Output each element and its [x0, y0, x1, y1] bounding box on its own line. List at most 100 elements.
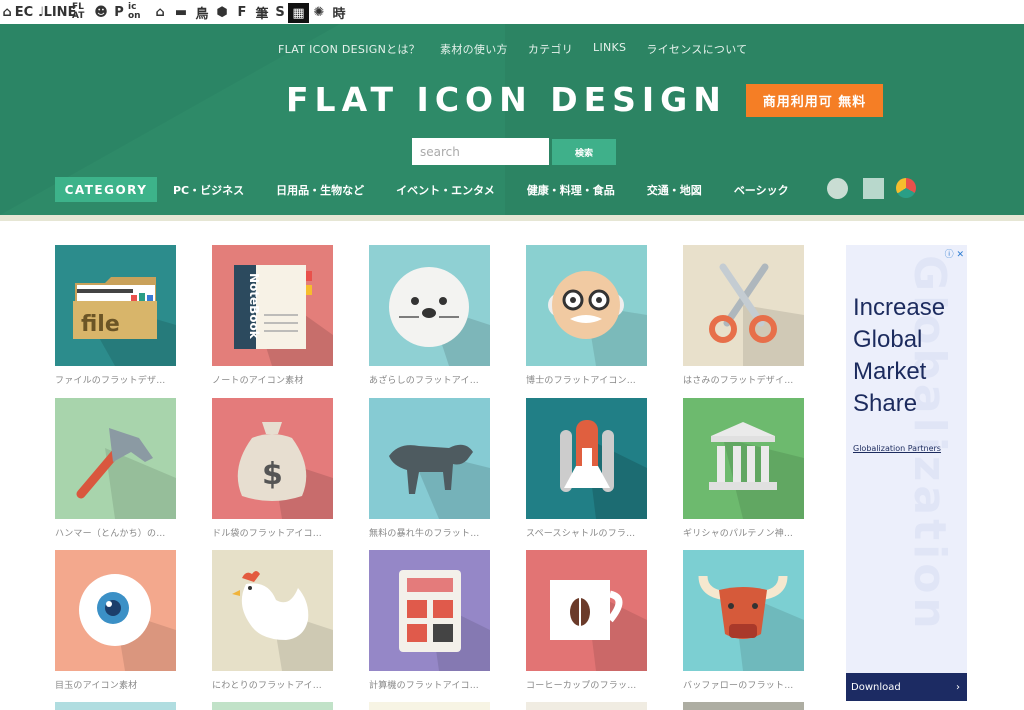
ad-headline-line: Increase — [853, 294, 946, 321]
icon-caption[interactable]: 博士のフラットアイコン… — [526, 373, 647, 386]
ad-banner[interactable]: Globalization ⓘ ✕ Increase Global Market… — [846, 245, 967, 701]
brush-icon[interactable]: 筆 — [252, 0, 272, 24]
color-style-toggle[interactable] — [896, 178, 916, 198]
icon-caption[interactable]: ファイルのフラットデザ… — [55, 373, 176, 386]
site-logo[interactable]: FLAT ICON DESIGN — [286, 80, 727, 119]
search-button[interactable]: 検索 — [552, 139, 616, 165]
icon-thumbnail[interactable] — [55, 398, 176, 519]
icon-card[interactable]: ハンマー（とんかち）の… — [55, 398, 176, 539]
smile-icon[interactable]: ☻ — [92, 0, 110, 24]
icon-thumbnail[interactable] — [526, 550, 647, 671]
icon-caption[interactable]: バッファローのフラット… — [683, 678, 804, 691]
icon-caption[interactable]: コーヒーカップのフラッ… — [526, 678, 647, 691]
square-style-toggle[interactable] — [863, 178, 884, 199]
nav-usage[interactable]: 素材の使い方 — [440, 41, 508, 57]
category-events[interactable]: イベント・エンタメ — [396, 182, 495, 198]
ad-headline-line: Share — [853, 390, 918, 417]
category-daily-goods[interactable]: 日用品・生物など — [276, 182, 364, 198]
icon-thumbnail[interactable]: file — [55, 245, 176, 366]
icon-caption[interactable]: あざらしのフラットアイ… — [369, 373, 490, 386]
icon-card-partial[interactable] — [55, 702, 176, 710]
icon-caption[interactable]: ギリシャのパルテノン神… — [683, 526, 804, 539]
icon-thumbnail[interactable] — [526, 245, 647, 366]
grid-icon[interactable]: ▦ — [288, 3, 309, 23]
chicken-icon — [232, 571, 333, 671]
category-health-food[interactable]: 健康・料理・食品 — [527, 182, 615, 198]
s-icon[interactable]: S — [272, 0, 288, 24]
round-style-toggle[interactable] — [827, 178, 848, 199]
icon-card[interactable]: file ファイルのフラットデザ… — [55, 245, 176, 386]
space-shuttle-icon — [560, 420, 647, 519]
ad-download-button[interactable]: Download › — [846, 673, 967, 701]
folder-icon: file — [73, 277, 176, 366]
icon-caption[interactable]: 無料の暴れ牛のフラット… — [369, 526, 490, 539]
icon-thumbnail[interactable] — [526, 398, 647, 519]
icon-caption[interactable]: ハンマー（とんかち）の… — [55, 526, 176, 539]
icon-icon[interactable]: ic on — [128, 0, 150, 24]
icon-thumbnail[interactable] — [369, 245, 490, 366]
search-input[interactable] — [412, 138, 549, 165]
icon-thumbnail[interactable] — [369, 398, 490, 519]
f-icon[interactable]: F — [232, 0, 252, 24]
icon-card[interactable]: NoteBook ノートのアイコン素材 — [212, 245, 333, 386]
icon-caption[interactable]: 計算機のフラットアイコ… — [369, 678, 490, 691]
ad-brand-link[interactable]: Globalization Partners — [853, 444, 941, 453]
icon-card-partial[interactable] — [683, 702, 804, 710]
icon-card[interactable]: $ ドル袋のフラットアイコ… — [212, 398, 333, 539]
icon-card[interactable]: 計算機のフラットアイコ… — [369, 550, 490, 691]
notebook-icon: NoteBook — [234, 265, 333, 366]
ad-info-icon[interactable]: ⓘ ✕ — [945, 247, 964, 260]
time-icon[interactable]: 時 — [329, 0, 349, 24]
ec-icon[interactable]: EC — [14, 0, 34, 24]
nav-license[interactable]: ライセンスについて — [646, 41, 747, 57]
icon-caption[interactable]: スペースシャトルのフラ… — [526, 526, 647, 539]
bed-icon[interactable]: ▬ — [170, 0, 192, 24]
icon-card[interactable]: ギリシャのパルテノン神… — [683, 398, 804, 539]
icon-card[interactable]: 無料の暴れ牛のフラット… — [369, 398, 490, 539]
icon-thumbnail[interactable] — [369, 550, 490, 671]
icon-thumbnail[interactable] — [683, 550, 804, 671]
nav-about[interactable]: FLAT ICON DESIGNとは？ — [278, 41, 420, 57]
icon-caption[interactable]: ノートのアイコン素材 — [212, 373, 333, 386]
icon-card-partial[interactable] — [526, 702, 647, 710]
icon-thumbnail[interactable] — [212, 550, 333, 671]
icon-card[interactable]: 博士のフラットアイコン… — [526, 245, 647, 386]
category-pc-business[interactable]: PC・ビジネス — [173, 182, 244, 198]
icon-caption[interactable]: ドル袋のフラットアイコ… — [212, 526, 333, 539]
icon-card-partial[interactable] — [369, 702, 490, 710]
icon-card[interactable]: スペースシャトルのフラ… — [526, 398, 647, 539]
icon-thumbnail[interactable] — [683, 245, 804, 366]
icon-card[interactable]: はさみのフラットデザイ… — [683, 245, 804, 386]
icon-thumbnail[interactable] — [55, 550, 176, 671]
home-icon[interactable]: ⌂ — [0, 0, 14, 24]
category-transport-map[interactable]: 交通・地図 — [647, 182, 702, 198]
nav-category[interactable]: カテゴリ — [528, 41, 573, 57]
line-icon[interactable]: LINE — [44, 0, 77, 24]
icon-thumbnail[interactable]: $ — [212, 398, 333, 519]
flat-icon[interactable]: FL AT — [72, 0, 92, 24]
icon-card-partial[interactable] — [212, 702, 333, 710]
category-label: CATEGORY — [55, 177, 157, 202]
category-basic[interactable]: ベーシック — [734, 182, 789, 198]
icon-card[interactable]: バッファローのフラット… — [683, 550, 804, 691]
icon-caption[interactable]: 目玉のアイコン素材 — [55, 678, 176, 691]
icon-card[interactable]: 目玉のアイコン素材 — [55, 550, 176, 691]
burst-icon[interactable]: ✺ — [309, 0, 329, 24]
money-bag-icon: $ — [237, 422, 333, 519]
icon-card[interactable]: あざらしのフラットアイ… — [369, 245, 490, 386]
icon-card[interactable]: コーヒーカップのフラッ… — [526, 550, 647, 691]
p-icon[interactable]: P — [110, 0, 128, 24]
house-icon[interactable]: ⌂ — [150, 0, 170, 24]
nav-links[interactable]: LINKS — [593, 41, 626, 57]
seal-icon — [389, 267, 490, 366]
gem-icon[interactable]: ⬢ — [212, 0, 232, 24]
icon-thumbnail[interactable] — [683, 398, 804, 519]
ad-download-label: Download — [851, 681, 901, 693]
icon-card[interactable]: にわとりのフラットアイ… — [212, 550, 333, 691]
icon-thumbnail[interactable]: NoteBook — [212, 245, 333, 366]
icon-caption[interactable]: はさみのフラットデザイ… — [683, 373, 804, 386]
bird-icon[interactable]: 鳥 — [192, 0, 212, 24]
professor-icon — [548, 271, 647, 366]
commercial-free-badge: 商用利用可 無料 — [746, 84, 883, 117]
icon-caption[interactable]: にわとりのフラットアイ… — [212, 678, 333, 691]
